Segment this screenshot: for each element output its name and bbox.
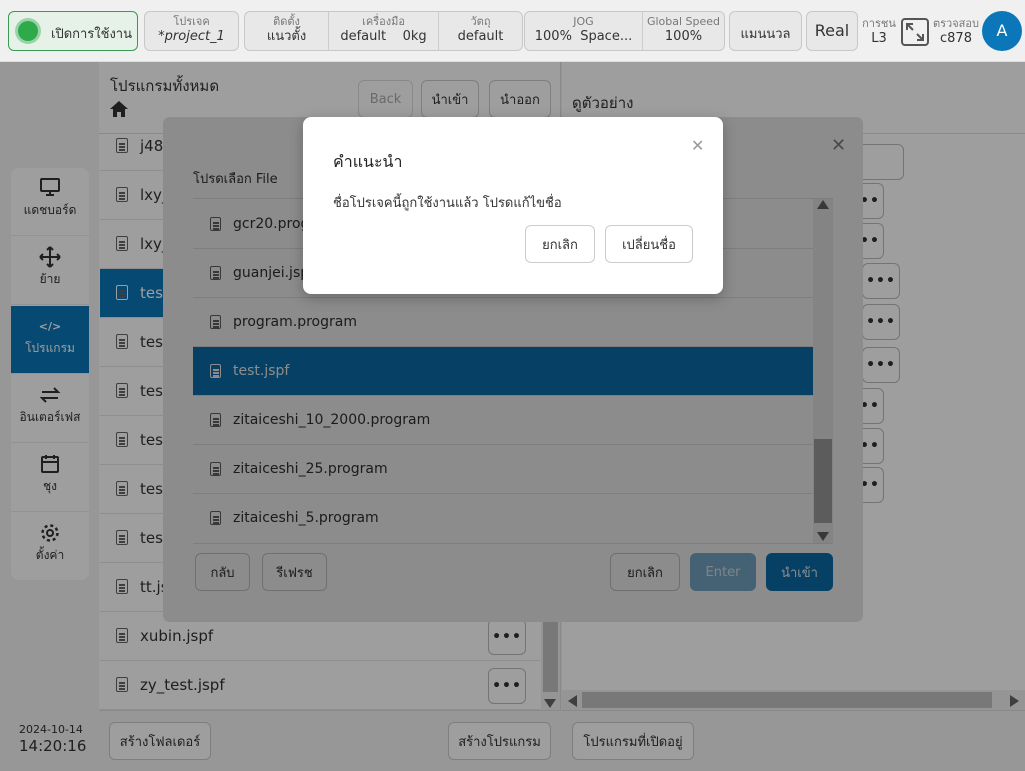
power-label: เปิดการใช้งาน <box>51 27 132 42</box>
check-indicator[interactable]: ตรวจสอบ c878 <box>932 14 980 47</box>
tool-label: เครื่องมือ <box>362 15 405 28</box>
dialog-message: ชื่อโปรเจคนี้ถูกใช้งานแล้ว โปรดแก้ไขชื่อ <box>333 196 562 211</box>
collision-indicator[interactable]: การชน L3 <box>862 14 896 47</box>
jog-label: JOG <box>573 15 594 28</box>
power-status-icon <box>18 21 38 41</box>
avatar[interactable]: A <box>982 11 1022 51</box>
tool-value: default <box>340 29 387 44</box>
jog-space: Space... <box>580 29 633 44</box>
project-value: *project_1 <box>158 29 225 44</box>
project-label: โปรเจค <box>173 15 210 28</box>
avatar-letter: A <box>996 21 1008 40</box>
object-value: default <box>457 29 504 44</box>
fullscreen-icon[interactable] <box>901 18 929 46</box>
install-tool-object-box[interactable]: ติดตั้ง แนวตั้ง เครื่องมือ default 0kg ว… <box>244 11 523 51</box>
install-label: ติดตั้ง <box>273 15 300 28</box>
power-toggle[interactable]: เปิดการใช้งาน <box>8 11 138 51</box>
dialog-cancel-button[interactable]: ยกเลิก <box>525 225 595 263</box>
close-icon[interactable]: ✕ <box>691 138 704 154</box>
real-mode-button[interactable]: Real <box>806 11 858 51</box>
install-value: แนวตั้ง <box>266 29 307 44</box>
collision-label: การชน <box>862 17 896 30</box>
speed-label: Global Speed <box>646 15 721 28</box>
speed-value: 100% <box>664 29 703 44</box>
check-label: ตรวจสอบ <box>933 17 979 30</box>
object-label: วัตถุ <box>470 15 491 28</box>
rename-button[interactable]: เปลี่ยนชื่อ <box>605 225 693 263</box>
dialog-title: คำแนะนำ <box>333 152 403 171</box>
check-value: c878 <box>940 31 972 46</box>
jog-value: 100% <box>534 29 572 44</box>
collision-value: L3 <box>871 31 887 46</box>
top-bar: เปิดการใช้งาน โปรเจค *project_1 ติดตั้ง … <box>0 0 1025 62</box>
jog-speed-box[interactable]: JOG 100% Space... Global Speed 100% <box>524 11 725 51</box>
manual-mode-button[interactable]: แมนนวล <box>729 11 802 51</box>
manual-label: แมนนวล <box>740 27 791 42</box>
project-box[interactable]: โปรเจค *project_1 <box>144 11 239 51</box>
tool-weight: 0kg <box>402 29 427 44</box>
real-label: Real <box>814 21 850 40</box>
